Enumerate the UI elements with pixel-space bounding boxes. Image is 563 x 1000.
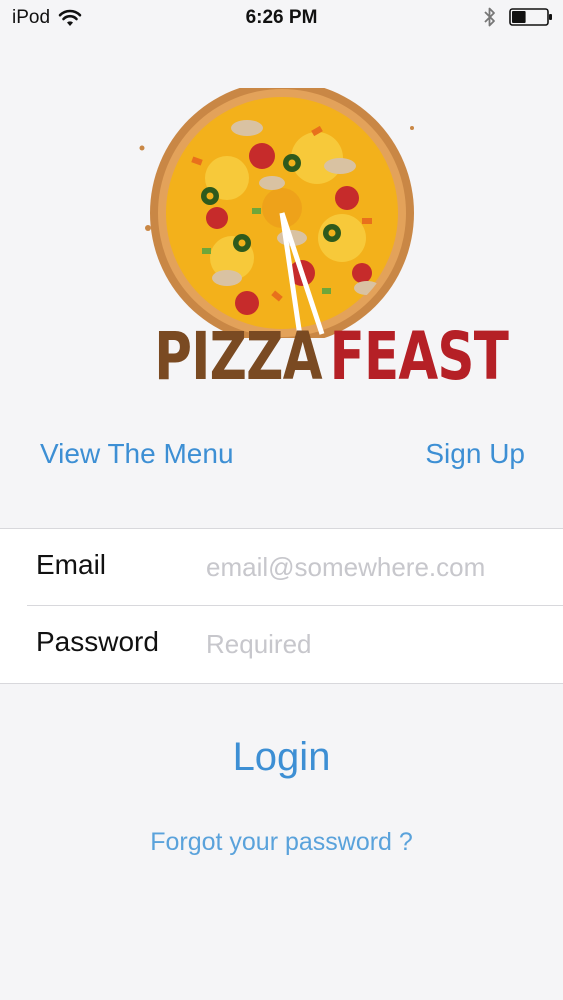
pizza-feast-logo: PIZZA FEAST: [118, 80, 509, 400]
sign-up-link[interactable]: Sign Up: [425, 438, 525, 470]
logo-word-feast: FEAST: [329, 318, 509, 395]
bluetooth-icon: [484, 7, 495, 27]
logo-word-pizza: PIZZA: [154, 318, 322, 395]
logo-wordmark: PIZZA FEAST: [154, 318, 509, 395]
password-row: Password: [0, 606, 563, 682]
forgot-password-link[interactable]: Forgot your password ?: [0, 828, 563, 857]
password-field[interactable]: [206, 620, 536, 668]
status-right: [483, 6, 553, 28]
pizza-icon: [139, 88, 414, 338]
email-field[interactable]: [206, 543, 536, 591]
status-bar: iPod 6:26 PM: [0, 0, 563, 36]
status-time: 6:26 PM: [245, 7, 318, 28]
email-row: Email: [0, 529, 563, 605]
battery-icon: [509, 8, 552, 26]
password-label: Password: [36, 626, 159, 657]
battery-fill: [512, 11, 526, 23]
link-row: View The Menu Sign Up: [0, 432, 563, 482]
view-menu-link[interactable]: View The Menu: [40, 438, 234, 470]
login-form: Email Password: [0, 528, 563, 684]
login-button[interactable]: Login: [0, 735, 563, 780]
email-label: Email: [36, 549, 107, 580]
